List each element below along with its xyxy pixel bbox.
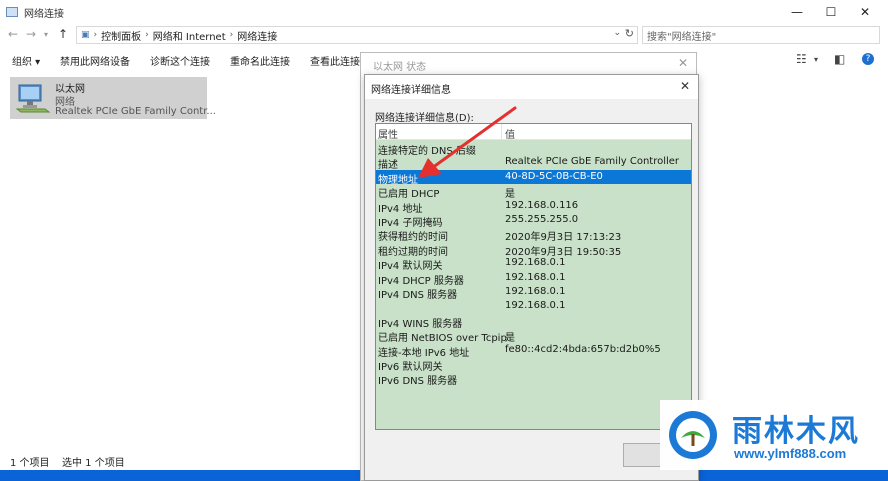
row-value: 192.168.0.1 [505,286,566,297]
row-value: fe80::4cd2:4bda:657b:d2b0%5 [505,343,661,355]
details-row[interactable]: 描述 Realtek PCIe GbE Family Controller [376,155,691,171]
rename-button[interactable]: 重命名此连接 [230,53,290,68]
search-placeholder: 搜索"网络连接" [647,31,717,43]
details-row[interactable]: IPv4 地址 192.168.0.116 [376,199,691,215]
details-row[interactable]: 物理地址 40-8D-5C-0B-CB-E0 [376,169,691,186]
address-box[interactable]: ▣ › 控制面板 › 网络和 Internet › 网络连接 ⌄ ↻ [76,26,638,44]
folder-icon [6,7,18,17]
details-row[interactable]: IPv4 默认网关 192.168.0.1 [376,256,691,272]
row-value: 192.168.0.1 [505,271,566,283]
details-row[interactable]: IPv4 WINS 服务器 [376,314,691,330]
refresh-icon[interactable]: ↻ [625,27,634,40]
view-dropdown-icon[interactable]: ▾ [814,55,818,64]
view-options-icon[interactable]: ☷ [796,52,807,66]
help-icon[interactable]: ? [862,53,874,65]
search-input[interactable]: 搜索"网络连接" [642,26,880,44]
details-row[interactable]: 已启用 NetBIOS over Tcpip 是 [376,328,691,344]
network-details-dialog: 网络连接详细信息 ✕ 网络连接详细信息(D): 属性 值 连接特定的 DNS 后… [364,74,699,481]
watermark: 雨林木风 www.ylmf888.com [660,400,888,470]
details-row[interactable]: IPv6 默认网关 [376,357,691,373]
details-row[interactable]: 租约过期的时间 2020年9月3日 19:50:35 [376,242,691,258]
row-value: 192.168.0.116 [505,199,579,211]
details-row[interactable]: 已启用 DHCP 是 [376,184,691,200]
details-row[interactable]: IPv4 子网掩码 255.255.255.0 [376,213,691,229]
item-count: 1 个项目 [10,458,50,469]
ethernet-adapter-item[interactable]: 以太网 网络 Realtek PCIe GbE Family Contr... [10,77,216,119]
row-value: 255.255.255.0 [505,214,579,225]
details-row[interactable]: 192.168.0.1 [376,299,691,313]
details-row[interactable]: IPv6 DNS 服务器 [376,371,691,388]
details-list-header: 属性 值 [376,124,691,141]
breadcrumb-control-panel[interactable]: 控制面板 [101,28,141,43]
ylmf-logo-icon [669,411,717,459]
row-value: 40-8D-5C-0B-CB-E0 [505,170,603,182]
details-row[interactable]: IPv4 DHCP 服务器 192.168.0.1 [376,271,691,287]
details-list[interactable]: 属性 值 连接特定的 DNS 后缀 描述 Realtek PCIe GbE Fami… [375,123,692,430]
status-dialog-close-icon[interactable]: ✕ [678,56,688,70]
details-row[interactable]: 获得租约的时间 2020年9月3日 17:13:23 [376,227,691,243]
address-bar-row: ← → ▾ ↑ ▣ › 控制面板 › 网络和 Internet › 网络连接 ⌄… [0,24,888,46]
row-value: Realtek PCIe GbE Family Controller [505,156,680,168]
details-dialog-title: 网络连接详细信息 [371,85,451,96]
breadcrumb-network-connections[interactable]: 网络连接 [237,28,277,43]
back-arrow-icon[interactable]: ← [8,27,18,41]
details-list-label: 网络连接详细信息(D): [375,113,474,124]
watermark-url: www.ylmf888.com [734,446,847,461]
details-close-icon[interactable]: ✕ [680,79,690,93]
status-dialog-title: 以太网 状态 [373,62,427,73]
row-value: 192.168.0.1 [505,257,566,269]
close-button[interactable]: ✕ [842,0,888,24]
property-column-header[interactable]: 属性 [378,126,398,141]
recent-chevron-icon[interactable]: ▾ [44,30,48,39]
control-panel-icon: ▣ [81,30,90,40]
view-status-button[interactable]: 查看此连接 [310,53,360,68]
row-property: IPv6 DNS 服务器 [378,376,458,388]
details-title-bar: 网络连接详细信息 ✕ [365,75,698,99]
breadcrumb-network-internet[interactable]: 网络和 Internet [153,28,226,43]
diagnose-button[interactable]: 诊断这个连接 [150,53,210,68]
preview-pane-icon[interactable]: ◧ [834,52,845,66]
adapter-device: Realtek PCIe GbE Family Contr... [55,106,216,117]
forward-arrow-icon[interactable]: → [26,27,36,41]
address-dropdown-icon[interactable]: ⌄ [613,28,621,38]
title-bar: 网络连接 [0,0,888,24]
row-value: 192.168.0.1 [505,300,566,312]
network-adapter-icon [15,84,51,113]
selected-count: 选中 1 个项目 [62,458,125,469]
details-row[interactable]: 连接特定的 DNS 后缀 [376,141,691,157]
watermark-text: 雨林木风 [732,414,860,449]
window-title: 网络连接 [24,8,64,20]
disable-device-button[interactable]: 禁用此网络设备 [60,53,130,68]
details-row[interactable]: IPv4 DNS 服务器 192.168.0.1 [376,285,691,301]
up-arrow-icon[interactable]: ↑ [58,27,68,41]
details-row[interactable]: 连接-本地 IPv6 地址 fe80::4cd2:4bda:657b:d2b0%5 [376,343,691,359]
organize-menu[interactable]: 组织 ▾ [12,53,40,68]
value-column-header[interactable]: 值 [505,126,515,141]
